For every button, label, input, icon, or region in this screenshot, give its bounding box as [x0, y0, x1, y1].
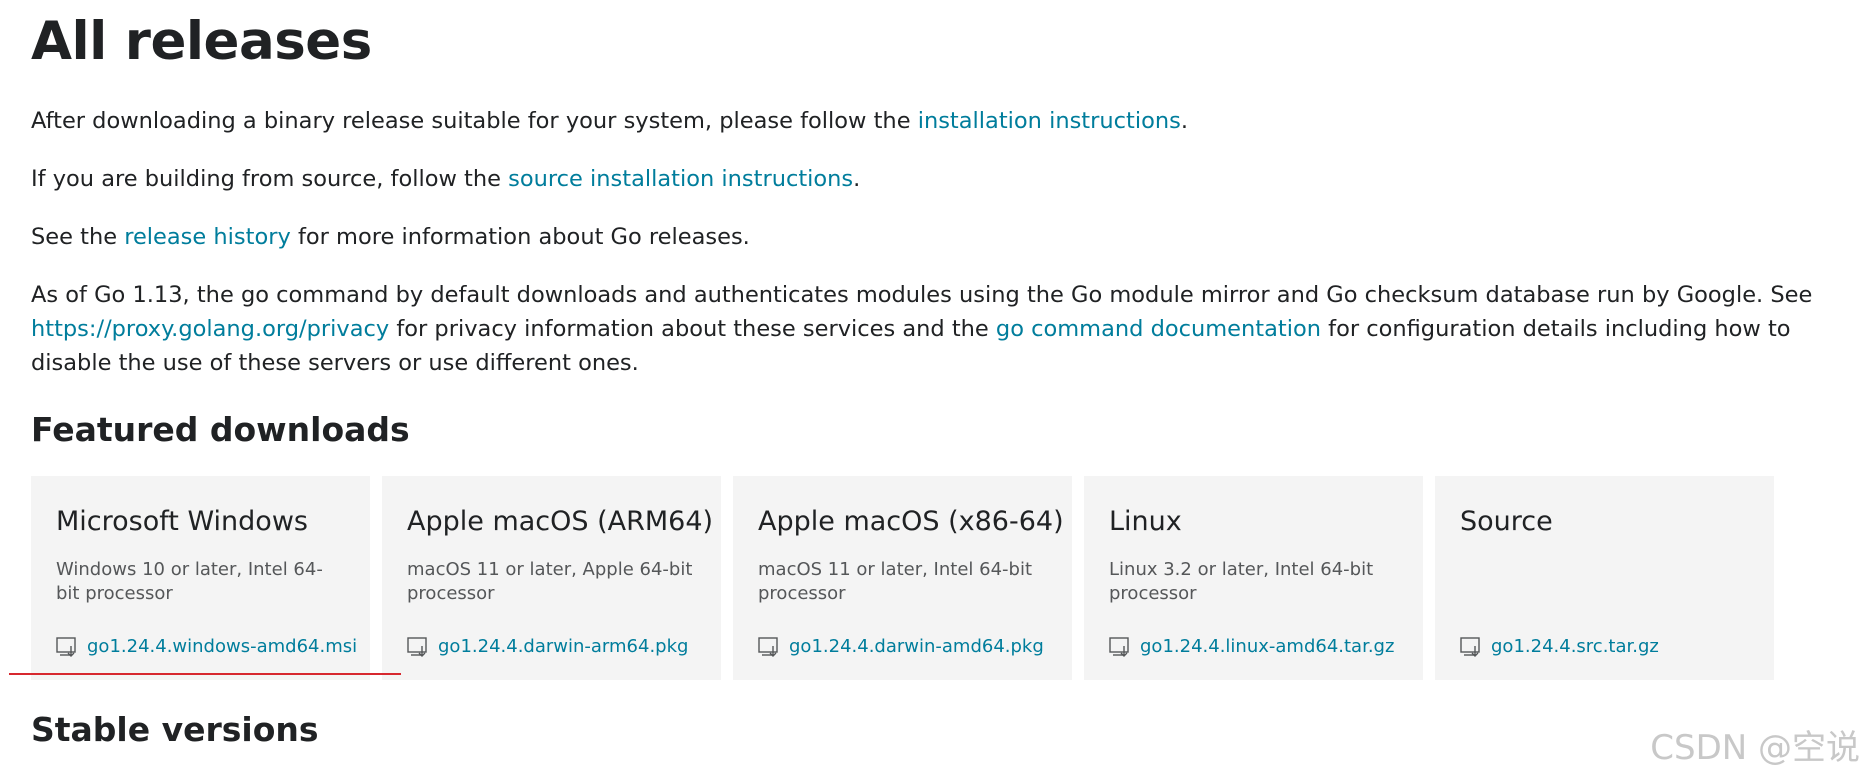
card-title: Linux	[1109, 506, 1182, 537]
download-card-macos-arm64[interactable]: Apple macOS (ARM64) macOS 11 or later, A…	[382, 476, 721, 680]
download-card-source[interactable]: Source go1.24.4.src.tar.gz	[1435, 476, 1774, 680]
intro-text: .	[1180, 108, 1188, 134]
featured-downloads-cards: Microsoft Windows Windows 10 or later, I…	[31, 476, 1774, 680]
intro-text: After downloading a binary release suita…	[31, 108, 918, 134]
intro-text: for privacy information about these serv…	[389, 316, 996, 342]
download-link-windows[interactable]: go1.24.4.windows-amd64.msi	[87, 635, 357, 659]
card-description: macOS 11 or later, Apple 64-bit processo…	[407, 559, 693, 604]
download-link-source[interactable]: go1.24.4.src.tar.gz	[1491, 635, 1659, 659]
card-file-row: go1.24.4.src.tar.gz	[1460, 635, 1659, 659]
card-title: Microsoft Windows	[56, 506, 308, 537]
intro-paragraph-history: See the release history for more informa…	[31, 220, 750, 254]
stable-versions-heading: Stable versions	[31, 710, 319, 749]
intro-paragraph-install: After downloading a binary release suita…	[31, 104, 1188, 138]
card-file-row: go1.24.4.linux-amd64.tar.gz	[1109, 635, 1394, 659]
card-description: Windows 10 or later, Intel 64-bit proces…	[56, 559, 323, 604]
download-icon	[407, 636, 427, 657]
card-title: Apple macOS (x86-64)	[758, 506, 1064, 537]
card-title: Apple macOS (ARM64)	[407, 506, 714, 537]
intro-paragraph-modules: As of Go 1.13, the go command by default…	[31, 278, 1821, 380]
release-history-link[interactable]: release history	[124, 224, 291, 250]
featured-downloads-heading: Featured downloads	[31, 410, 410, 449]
download-icon	[56, 636, 76, 657]
red-underline-annotation	[9, 673, 401, 675]
download-icon	[1460, 636, 1480, 657]
watermark-text: CSDN @空说	[1650, 728, 1860, 768]
download-link-linux[interactable]: go1.24.4.linux-amd64.tar.gz	[1140, 635, 1394, 659]
download-card-windows[interactable]: Microsoft Windows Windows 10 or later, I…	[31, 476, 370, 680]
go-command-documentation-link[interactable]: go command documentation	[996, 316, 1321, 342]
download-card-macos-x86-64[interactable]: Apple macOS (x86-64) macOS 11 or later, …	[733, 476, 1072, 680]
page-title: All releases	[31, 11, 372, 72]
proxy-privacy-link[interactable]: https://proxy.golang.org/privacy	[31, 316, 389, 342]
card-file-row: go1.24.4.darwin-amd64.pkg	[758, 635, 1044, 659]
download-icon	[1109, 636, 1129, 657]
card-file-row: go1.24.4.darwin-arm64.pkg	[407, 635, 688, 659]
download-card-linux[interactable]: Linux Linux 3.2 or later, Intel 64-bit p…	[1084, 476, 1423, 680]
intro-text: As of Go 1.13, the go command by default…	[31, 282, 1813, 308]
download-link-macos-arm64[interactable]: go1.24.4.darwin-arm64.pkg	[438, 635, 688, 659]
card-description: Linux 3.2 or later, Intel 64-bit process…	[1109, 559, 1374, 604]
download-icon	[758, 636, 778, 657]
card-title: Source	[1460, 506, 1553, 537]
card-file-row: go1.24.4.windows-amd64.msi	[56, 635, 357, 659]
intro-text: If you are building from source, follow …	[31, 166, 509, 192]
download-link-macos-x86-64[interactable]: go1.24.4.darwin-amd64.pkg	[789, 635, 1044, 659]
installation-instructions-link[interactable]: installation instructions	[918, 108, 1181, 134]
intro-paragraph-source: If you are building from source, follow …	[31, 162, 860, 196]
intro-text: .	[853, 166, 861, 192]
source-installation-instructions-link[interactable]: source installation instructions	[508, 166, 853, 192]
intro-text: See the	[31, 224, 125, 250]
intro-text: for more information about Go releases.	[290, 224, 750, 250]
card-description: macOS 11 or later, Intel 64-bit processo…	[758, 559, 1032, 604]
